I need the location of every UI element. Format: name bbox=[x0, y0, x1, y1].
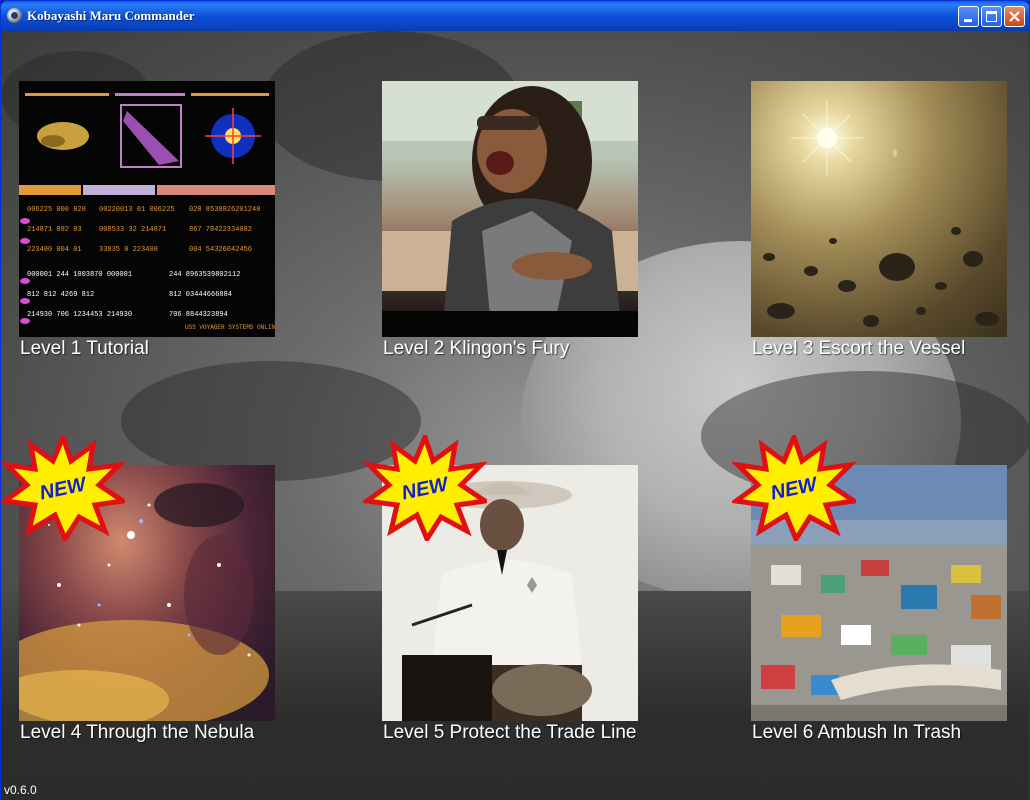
svg-text:33835 0 223400: 33835 0 223400 bbox=[99, 246, 158, 254]
level-6-label[interactable]: Level 6 Ambush In Trash bbox=[752, 722, 961, 744]
title-bar[interactable]: Kobayashi Maru Commander bbox=[1, 1, 1029, 31]
app-window: Kobayashi Maru Commander 006225 000 020 … bbox=[0, 0, 1030, 800]
maximize-button[interactable] bbox=[981, 6, 1002, 27]
level-4-label[interactable]: Level 4 Through the Nebula bbox=[20, 722, 254, 744]
svg-text:006225 000 020: 006225 000 020 bbox=[27, 206, 86, 214]
asteroid-field-image[interactable] bbox=[751, 81, 1007, 337]
close-icon bbox=[1009, 11, 1020, 22]
svg-text:008533 32 214871: 008533 32 214871 bbox=[99, 226, 166, 234]
svg-text:214871 892 03: 214871 892 03 bbox=[27, 226, 82, 234]
level-3-label[interactable]: Level 3 Escort the Vessel bbox=[752, 338, 965, 360]
svg-text:000001 244 1003870 000001: 000001 244 1003870 000001 bbox=[27, 271, 132, 279]
svg-text:812 03444666884: 812 03444666884 bbox=[169, 291, 232, 299]
close-button[interactable] bbox=[1004, 6, 1025, 27]
svg-text:223400 004 01: 223400 004 01 bbox=[27, 246, 82, 254]
svg-text:USS VOYAGER SYSTEMS ONLINE 118: USS VOYAGER SYSTEMS ONLINE 118165 bbox=[185, 324, 275, 331]
minimize-button[interactable] bbox=[958, 6, 979, 27]
svg-text:812 812 4269 812: 812 812 4269 812 bbox=[27, 291, 94, 299]
svg-text:020 8538826201240: 020 8538826201240 bbox=[189, 206, 260, 214]
level-5-label[interactable]: Level 5 Protect the Trade Line bbox=[383, 722, 637, 744]
svg-text:244 8963539802112: 244 8963539802112 bbox=[169, 271, 240, 279]
new-badge-level-5: NEW bbox=[363, 435, 487, 541]
svg-text:867 78422334082: 867 78422334082 bbox=[189, 226, 252, 234]
new-badge-level-6: NEW bbox=[732, 435, 856, 541]
level-1-label[interactable]: Level 1 Tutorial bbox=[20, 338, 149, 360]
level-select-area: 006225 000 020 00220013 01 006225 020 8538… bbox=[1, 31, 1029, 800]
app-icon[interactable] bbox=[7, 8, 22, 23]
lcars-display-image[interactable]: 006225 000 020 00220013 01 006225 020 8538… bbox=[19, 81, 275, 337]
maximize-icon bbox=[986, 11, 997, 22]
svg-text:004 54326042456: 004 54326042456 bbox=[189, 246, 252, 254]
svg-text:706 8844323894: 706 8844323894 bbox=[169, 311, 228, 319]
svg-text:00220013 01 006225: 00220013 01 006225 bbox=[99, 206, 175, 214]
window-title: Kobayashi Maru Commander bbox=[27, 8, 195, 23]
klingon-warrior-image[interactable] bbox=[382, 81, 638, 337]
svg-text:214930 706 1234453 214930: 214930 706 1234453 214930 bbox=[27, 311, 132, 319]
version-label: v0.6.0 bbox=[4, 783, 37, 797]
minimize-icon bbox=[964, 19, 972, 22]
new-badge-level-4: NEW bbox=[1, 435, 125, 541]
level-2-label[interactable]: Level 2 Klingon's Fury bbox=[383, 338, 569, 360]
